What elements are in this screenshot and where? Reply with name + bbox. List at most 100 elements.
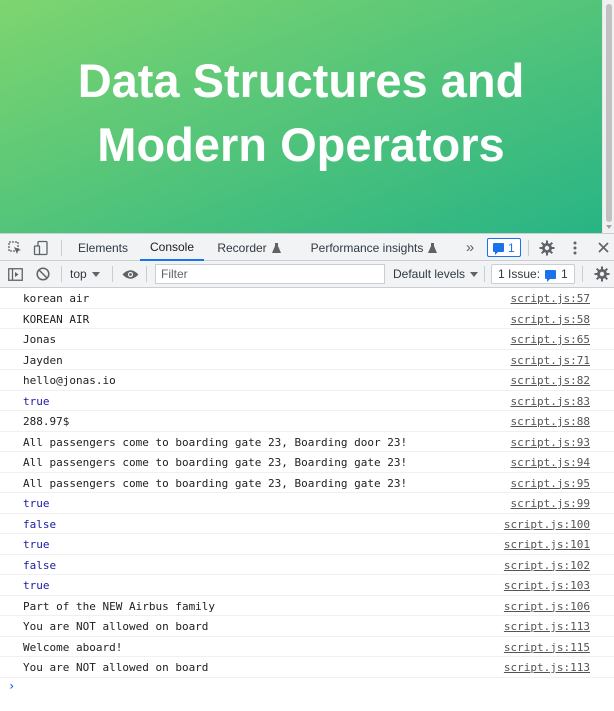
console-message-row: All passengers come to boarding gate 23,… bbox=[0, 452, 614, 473]
messages-badge[interactable]: 1 bbox=[487, 238, 521, 257]
message-icon bbox=[545, 269, 557, 282]
console-message-text: hello@jonas.io bbox=[23, 374, 116, 387]
source-link[interactable]: script.js:94 bbox=[511, 456, 590, 469]
tab-recorder[interactable]: Recorder bbox=[208, 234, 290, 261]
log-levels-dropdown[interactable]: Default levels bbox=[393, 261, 479, 287]
close-icon[interactable] bbox=[592, 234, 614, 261]
source-link[interactable]: script.js:58 bbox=[511, 313, 590, 326]
console-message-row: true script.js:83 bbox=[0, 391, 614, 411]
console-message-text: Jonas bbox=[23, 333, 57, 346]
console-message-text: true bbox=[23, 579, 50, 592]
source-link[interactable]: script.js:99 bbox=[511, 497, 590, 510]
toolbar-divider bbox=[146, 266, 147, 282]
source-link[interactable]: script.js:93 bbox=[511, 436, 590, 449]
message-icon bbox=[493, 243, 504, 255]
console-message-row: All passengers come to boarding gate 23,… bbox=[0, 432, 614, 452]
more-tabs-button[interactable]: » bbox=[459, 234, 481, 261]
tab-console[interactable]: Console bbox=[140, 234, 204, 261]
source-link[interactable]: script.js:101 bbox=[504, 538, 590, 551]
toolbar-divider bbox=[112, 266, 113, 282]
console-message-row: false script.js:100 bbox=[0, 514, 614, 534]
console-message-row: true script.js:101 bbox=[0, 534, 614, 555]
console-message-row: Part of the NEW Airbus family script.js:1… bbox=[0, 596, 614, 616]
tab-label: Recorder bbox=[217, 240, 267, 255]
issues-label: 1 Issue: bbox=[498, 267, 541, 281]
console-message-row: Jonas script.js:65 bbox=[0, 329, 614, 350]
kebab-menu-icon[interactable] bbox=[564, 234, 586, 261]
console-message-text: Jayden bbox=[23, 353, 63, 367]
issues-count: 1 bbox=[561, 267, 568, 281]
source-link[interactable]: script.js:113 bbox=[504, 620, 590, 633]
source-link[interactable]: script.js:65 bbox=[511, 333, 590, 346]
console-message-text: KOREAN AIR bbox=[23, 312, 90, 326]
page-scrollbar[interactable] bbox=[602, 0, 614, 233]
tab-label: Performance insights bbox=[310, 240, 424, 255]
toolbar-divider bbox=[61, 266, 62, 282]
console-message-text: Part of the NEW Airbus family bbox=[23, 599, 216, 613]
source-link[interactable]: script.js:103 bbox=[504, 579, 590, 592]
page-hero: Data Structures and Modern Operators bbox=[0, 0, 602, 233]
chevron-down-icon bbox=[470, 271, 479, 277]
context-selector[interactable]: top bbox=[70, 261, 100, 287]
console-message-row: hello@jonas.io script.js:82 bbox=[0, 370, 614, 391]
toolbar-divider bbox=[528, 240, 529, 256]
console-message-row: You are NOT allowed on board script.js:11… bbox=[0, 616, 614, 637]
source-link[interactable]: script.js:57 bbox=[511, 292, 590, 305]
console-message-row: true script.js:103 bbox=[0, 575, 614, 596]
device-toolbar-icon[interactable] bbox=[30, 234, 52, 261]
source-link[interactable]: script.js:83 bbox=[511, 395, 590, 408]
filter-input[interactable] bbox=[155, 264, 385, 284]
console-message-row: true script.js:99 bbox=[0, 493, 614, 514]
source-link[interactable]: script.js:100 bbox=[504, 518, 590, 531]
console-toolbar: top Default levels 1 Issue: 1 bbox=[0, 261, 614, 288]
gear-icon[interactable] bbox=[536, 234, 558, 261]
tab-elements[interactable]: Elements bbox=[68, 234, 138, 261]
hero-title: Data Structures and Modern Operators bbox=[77, 53, 525, 171]
console-message-row: false script.js:102 bbox=[0, 555, 614, 575]
source-link[interactable]: script.js:102 bbox=[504, 559, 590, 572]
more-tabs-icon: » bbox=[465, 239, 475, 256]
console-message-row: KOREAN AIR script.js:58 bbox=[0, 309, 614, 329]
source-link[interactable]: script.js:115 bbox=[504, 641, 590, 654]
messages-count: 1 bbox=[508, 240, 515, 255]
flask-icon bbox=[428, 242, 438, 253]
console-message-text: Welcome aboard! bbox=[23, 640, 123, 654]
console-message-text: You are NOT allowed on board bbox=[23, 620, 209, 633]
console-message-row: korean air script.js:57 bbox=[0, 288, 614, 309]
tab-label: Elements bbox=[77, 240, 129, 255]
console-message-row: Welcome aboard! script.js:115 bbox=[0, 637, 614, 657]
scroll-down-arrow-icon[interactable] bbox=[606, 225, 612, 229]
console-message-text: All passengers come to boarding gate 23,… bbox=[23, 456, 408, 469]
devtools-panel: Elements Console Recorder Performance in… bbox=[0, 233, 614, 711]
log-levels-label: Default levels bbox=[393, 267, 466, 281]
scrollbar-thumb[interactable] bbox=[606, 4, 612, 222]
source-link[interactable]: script.js:95 bbox=[511, 477, 590, 490]
source-link[interactable]: script.js:106 bbox=[504, 600, 590, 613]
flask-icon bbox=[271, 242, 281, 253]
issues-button[interactable]: 1 Issue: 1 bbox=[491, 264, 575, 284]
source-link[interactable]: script.js:113 bbox=[504, 661, 590, 674]
live-expression-eye-icon[interactable] bbox=[120, 261, 140, 287]
toolbar-divider bbox=[582, 266, 583, 282]
console-settings-gear-icon[interactable] bbox=[592, 261, 612, 287]
source-link[interactable]: script.js:71 bbox=[511, 354, 590, 367]
console-prompt-icon[interactable]: › bbox=[8, 679, 15, 693]
console-message-text: true bbox=[23, 497, 50, 510]
console-message-row: Jayden script.js:71 bbox=[0, 350, 614, 370]
console-message-row: 288.97$ script.js:88 bbox=[0, 411, 614, 432]
source-link[interactable]: script.js:82 bbox=[511, 374, 590, 387]
clear-console-icon[interactable] bbox=[33, 261, 53, 287]
console-message-text: You are NOT allowed on board bbox=[23, 661, 209, 674]
context-label: top bbox=[70, 267, 87, 281]
source-link[interactable]: script.js:88 bbox=[511, 415, 590, 428]
console-messages: korean air script.js:57 KOREAN AIR script.j… bbox=[0, 288, 614, 678]
inspect-element-icon[interactable] bbox=[4, 234, 26, 261]
console-message-text: false bbox=[23, 558, 57, 572]
console-message-text: All passengers come to boarding gate 23,… bbox=[23, 435, 408, 449]
tab-performance-insights[interactable]: Performance insights bbox=[300, 234, 448, 261]
console-message-text: 288.97$ bbox=[23, 415, 70, 428]
chevron-down-icon bbox=[91, 271, 100, 277]
console-sidebar-icon[interactable] bbox=[5, 261, 25, 287]
console-message-row: All passengers come to boarding gate 23,… bbox=[0, 473, 614, 493]
console-message-text: true bbox=[23, 394, 50, 408]
